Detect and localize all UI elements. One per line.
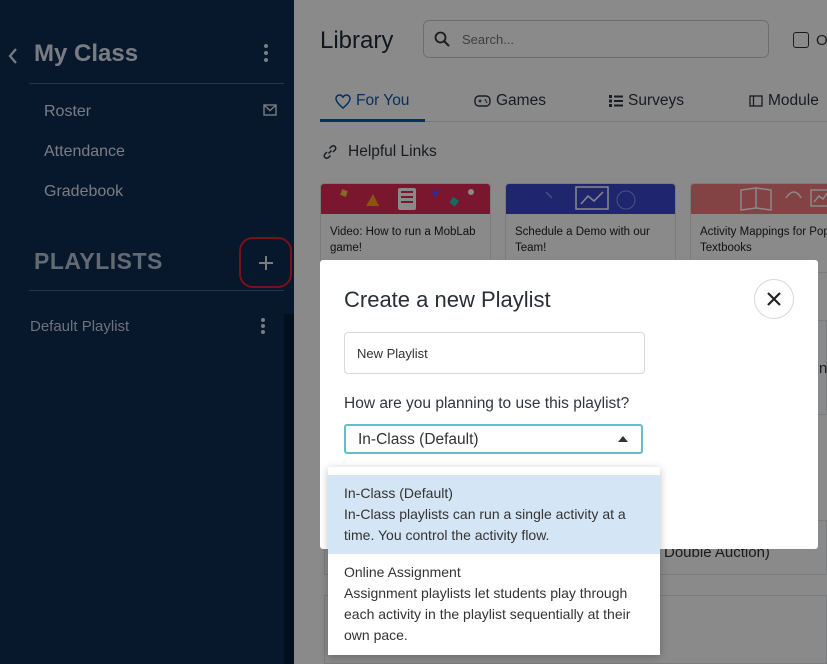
option-title: Online Assignment [344,564,461,580]
close-button[interactable] [754,279,794,319]
caret-up-icon [618,436,628,442]
playlist-name-input[interactable] [344,332,645,374]
modal-title: Create a new Playlist [344,287,551,312]
usage-select-value: In-Class (Default) [358,431,479,448]
option-in-class[interactable]: In-Class (Default) In-Class playlists ca… [328,475,660,554]
option-title: In-Class (Default) [344,485,453,501]
usage-question-label: How are you planning to use this playlis… [344,395,630,412]
option-online-assignment[interactable]: Online Assignment Assignment playlists l… [328,554,660,654]
option-description: Assignment playlists let students play t… [344,585,631,643]
close-icon [767,292,781,306]
option-description: In-Class playlists can run a single acti… [344,506,626,543]
usage-options-list: In-Class (Default) In-Class playlists ca… [328,467,660,655]
usage-select[interactable]: In-Class (Default) [344,424,643,454]
